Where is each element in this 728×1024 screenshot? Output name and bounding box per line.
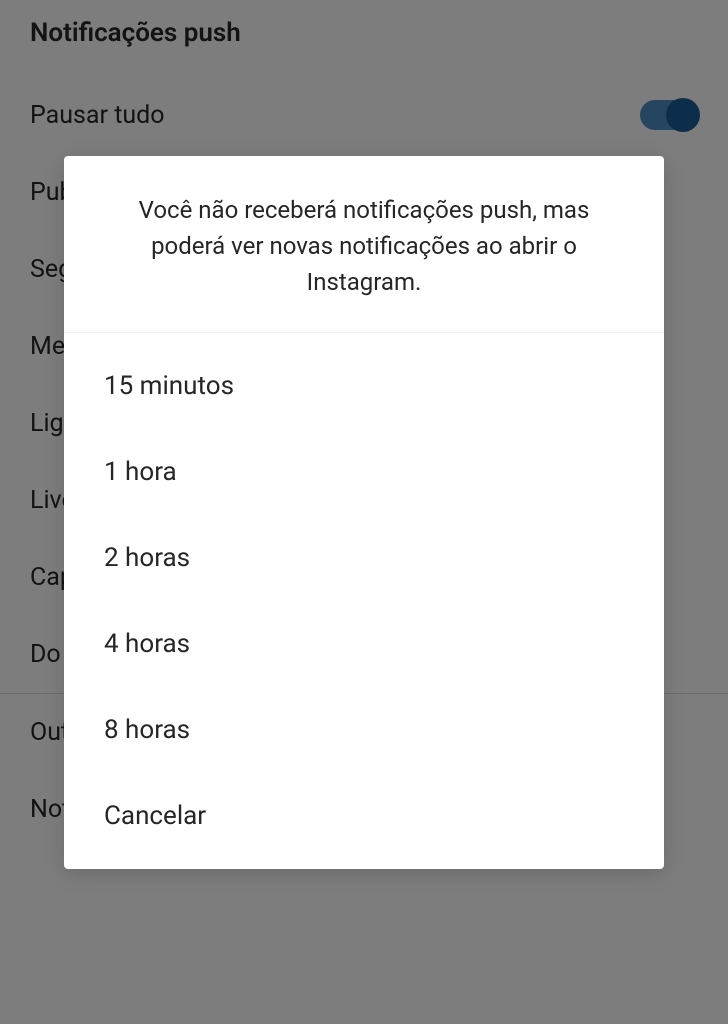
modal-header: Você não receberá notificações push, mas… <box>64 156 664 333</box>
option-4-hours[interactable]: 4 horas <box>64 601 664 687</box>
option-15-minutes[interactable]: 15 minutos <box>64 343 664 429</box>
modal-options-list: 15 minutos 1 hora 2 horas 4 horas 8 hora… <box>64 333 664 869</box>
cancel-button[interactable]: Cancelar <box>64 773 664 859</box>
option-8-hours[interactable]: 8 horas <box>64 687 664 773</box>
modal-overlay[interactable]: Você não receberá notificações push, mas… <box>0 0 728 1024</box>
pause-duration-modal: Você não receberá notificações push, mas… <box>64 156 664 869</box>
modal-message: Você não receberá notificações push, mas… <box>112 192 616 300</box>
option-2-hours[interactable]: 2 horas <box>64 515 664 601</box>
option-1-hour[interactable]: 1 hora <box>64 429 664 515</box>
